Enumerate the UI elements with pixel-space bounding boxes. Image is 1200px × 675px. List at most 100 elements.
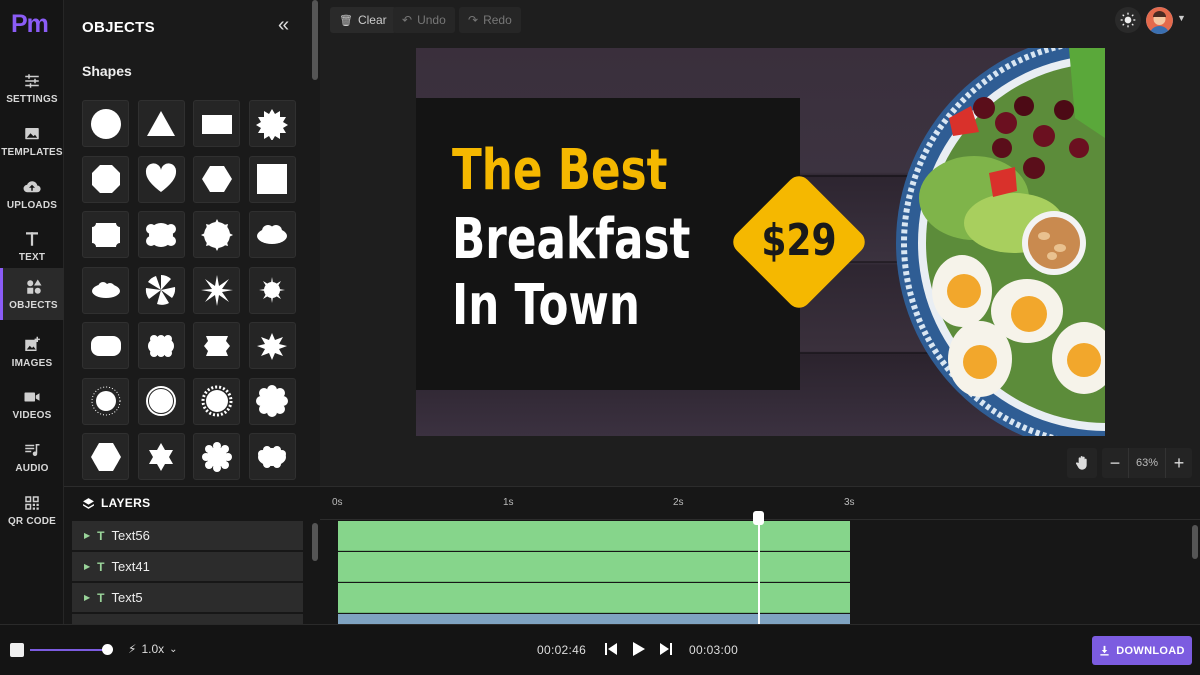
shape-circle[interactable] bbox=[82, 100, 129, 147]
layers-header: LAYERS bbox=[82, 496, 150, 510]
shape-hexagon[interactable] bbox=[193, 155, 240, 203]
zoom-out-button[interactable]: − bbox=[1102, 448, 1128, 478]
shape-flower-oval[interactable] bbox=[248, 433, 296, 480]
rail-item-uploads[interactable]: UPLOADS bbox=[0, 168, 64, 220]
rail-item-text[interactable]: TEXT bbox=[0, 220, 64, 272]
rail-item-settings[interactable]: SETTINGS bbox=[0, 62, 64, 114]
timeline-zoom-slider[interactable] bbox=[30, 649, 108, 651]
expand-caret-icon[interactable]: ▶ bbox=[84, 531, 90, 540]
octagon-wavy-icon bbox=[91, 165, 120, 193]
shape-square[interactable] bbox=[248, 155, 296, 203]
headline-line-1[interactable]: The Best bbox=[452, 143, 668, 199]
account-menu-caret[interactable]: ▼ bbox=[1177, 13, 1186, 23]
zoom-control: − 63% + bbox=[1102, 448, 1192, 478]
zoom-in-button[interactable]: + bbox=[1166, 448, 1192, 478]
shape-swirl[interactable] bbox=[137, 266, 185, 314]
rail-label: UPLOADS bbox=[6, 199, 58, 211]
price-text[interactable]: $29 bbox=[756, 215, 843, 266]
theme-toggle-button[interactable] bbox=[1115, 7, 1141, 33]
rail-item-audio[interactable]: AUDIO bbox=[0, 431, 64, 483]
panel-title: OBJECTS bbox=[82, 19, 155, 36]
shape-octagon-wavy[interactable] bbox=[82, 155, 129, 203]
layers-icon bbox=[83, 497, 94, 509]
starburst-icon bbox=[256, 108, 288, 140]
shape-star-burst-12[interactable] bbox=[248, 322, 296, 369]
layer-row[interactable]: ▶ T Text41 bbox=[72, 552, 303, 581]
redo-label: Redo bbox=[483, 13, 512, 27]
undo-icon: ↶ bbox=[402, 13, 413, 27]
sunburst-icon bbox=[259, 277, 285, 303]
headline-line-2[interactable]: Breakfast bbox=[452, 212, 690, 268]
shape-spiky-star[interactable] bbox=[193, 266, 240, 314]
design-canvas[interactable]: The Best Breakfast In Town $29 bbox=[416, 48, 1105, 436]
add-image-icon bbox=[25, 336, 40, 351]
expand-caret-icon[interactable]: ▶ bbox=[84, 562, 90, 571]
shape-circle-wavy[interactable] bbox=[137, 377, 185, 425]
rail-item-qr-code[interactable]: QR CODE bbox=[0, 484, 64, 536]
shape-rectangle[interactable] bbox=[193, 100, 240, 147]
layer-row[interactable]: ▶ T Text56 bbox=[72, 521, 303, 550]
flower-oval-icon bbox=[258, 445, 286, 468]
shape-burst-24[interactable] bbox=[193, 377, 240, 425]
star-burst-12-icon bbox=[257, 332, 287, 360]
shape-star-six[interactable] bbox=[137, 433, 185, 480]
rail-item-images[interactable]: IMAGES bbox=[0, 326, 64, 378]
expand-caret-icon[interactable]: ▶ bbox=[84, 593, 90, 602]
redo-button[interactable]: ↷ Redo bbox=[459, 7, 521, 33]
shape-heart[interactable] bbox=[137, 155, 185, 203]
timeline-scrollbar[interactable] bbox=[1192, 525, 1198, 559]
sun-icon bbox=[1120, 12, 1136, 28]
shape-cloud-small[interactable] bbox=[82, 266, 129, 314]
playback-speed-dropdown[interactable]: ⚡︎ 1.0x ⌄ bbox=[128, 642, 178, 656]
shape-badge-notched[interactable] bbox=[82, 211, 129, 258]
download-button[interactable]: DOWNLOAD bbox=[1092, 636, 1192, 665]
layer-name: Text41 bbox=[111, 559, 150, 574]
shape-sunburst[interactable] bbox=[248, 266, 296, 314]
pan-tool-button[interactable] bbox=[1067, 448, 1097, 478]
layer-row[interactable]: ▶ T Text5 bbox=[72, 583, 303, 612]
user-avatar[interactable] bbox=[1146, 7, 1173, 34]
ornate-frame-icon bbox=[203, 335, 230, 356]
shape-pill-wavy[interactable] bbox=[82, 322, 129, 369]
rail-item-templates[interactable]: TEMPLATES bbox=[0, 115, 64, 167]
pill-scalloped-icon bbox=[148, 334, 174, 357]
timeline-zoom-handle[interactable] bbox=[102, 644, 113, 655]
timeline-track-text5[interactable] bbox=[338, 583, 850, 613]
shape-flower[interactable] bbox=[193, 433, 240, 480]
skip-back-icon[interactable] bbox=[604, 641, 618, 657]
shape-sunburst-fine[interactable] bbox=[82, 377, 129, 425]
breakfast-plate-image[interactable] bbox=[894, 48, 1105, 436]
undo-button[interactable]: ↶ Undo bbox=[393, 7, 455, 33]
cloud-upload-icon bbox=[23, 180, 41, 192]
heart-icon bbox=[145, 163, 177, 192]
rail-item-objects[interactable]: OBJECTS bbox=[0, 268, 64, 320]
music-list-icon bbox=[25, 443, 40, 456]
shape-ornate-frame[interactable] bbox=[193, 322, 240, 369]
playhead-handle[interactable] bbox=[753, 511, 764, 525]
qr-code-icon bbox=[25, 495, 39, 510]
play-icon[interactable] bbox=[632, 641, 646, 657]
panel-scrollbar[interactable] bbox=[312, 0, 318, 80]
shape-scalloped-octagon[interactable] bbox=[248, 377, 296, 425]
shape-wavy-hexagon[interactable] bbox=[82, 433, 129, 480]
shape-pill-scalloped[interactable] bbox=[137, 322, 185, 369]
headline-line-3[interactable]: In Town bbox=[452, 278, 640, 334]
shape-burst-20[interactable] bbox=[193, 211, 240, 258]
notes-icon[interactable] bbox=[10, 643, 24, 657]
shape-starburst[interactable] bbox=[248, 100, 296, 147]
undo-label: Undo bbox=[417, 13, 446, 27]
shape-badge-rounded[interactable] bbox=[137, 211, 185, 258]
clear-button[interactable]: 🗑︎ Clear bbox=[330, 7, 396, 33]
app-logo[interactable]: Pm bbox=[11, 10, 49, 39]
shape-cloud[interactable] bbox=[248, 211, 296, 258]
transport-bar: ⚡︎ 1.0x ⌄ 00:02:46 00:03:00 DOWNLOAD bbox=[0, 624, 1200, 675]
shape-triangle[interactable] bbox=[137, 100, 185, 147]
timeline-track-text41[interactable] bbox=[338, 552, 850, 582]
timeline-track-text56[interactable] bbox=[338, 521, 850, 551]
layers-scrollbar[interactable] bbox=[312, 523, 318, 561]
rail-item-videos[interactable]: VIDEOS bbox=[0, 378, 64, 430]
burst-icon bbox=[200, 218, 233, 251]
images-icon bbox=[25, 127, 39, 139]
collapse-panel-button[interactable]: « bbox=[278, 14, 289, 37]
skip-forward-icon[interactable] bbox=[659, 641, 673, 657]
